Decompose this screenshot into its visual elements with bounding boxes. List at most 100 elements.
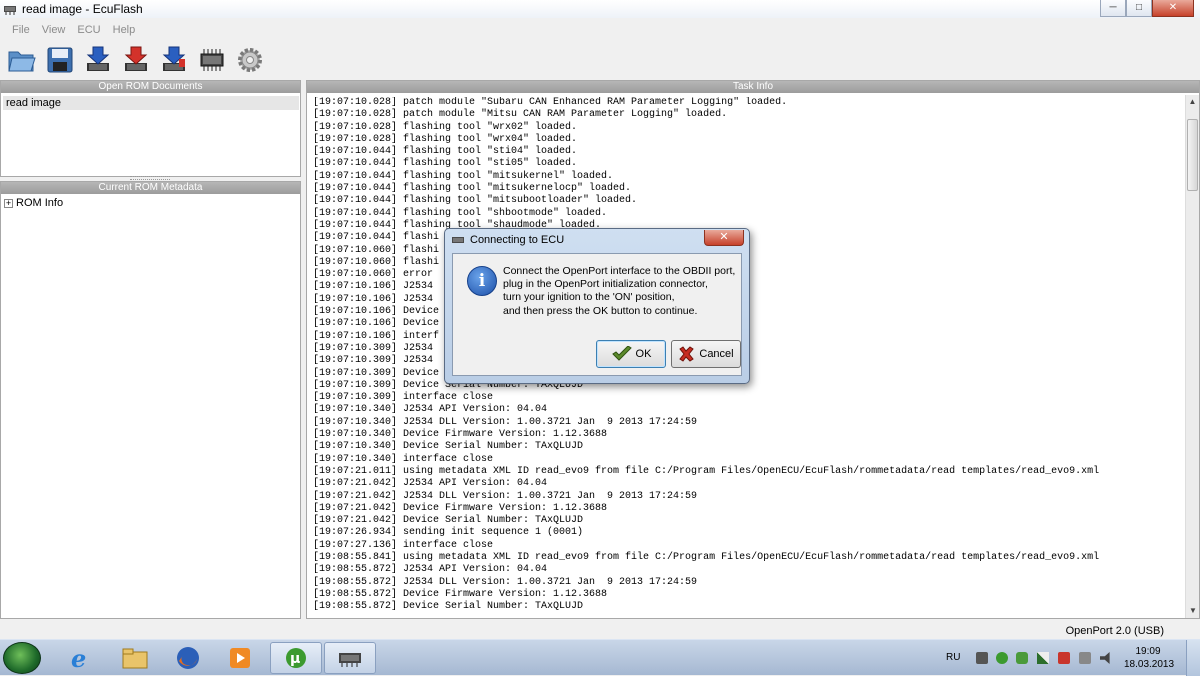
test-write-button[interactable] bbox=[156, 42, 192, 78]
chip-glyph-icon bbox=[339, 653, 361, 667]
media-glyph-icon bbox=[230, 648, 250, 668]
rom-document-item[interactable]: read image bbox=[3, 96, 299, 110]
taskbar: e µ RU 19:09 18.03.2013 bbox=[0, 639, 1200, 676]
message-line: turn your ignition to the 'ON' position, bbox=[503, 291, 675, 304]
show-desktop-button[interactable] bbox=[1186, 640, 1200, 676]
settings-button[interactable] bbox=[232, 42, 268, 78]
maximize-button[interactable]: □ bbox=[1126, 0, 1152, 17]
status-bar: OpenPort 2.0 (USB) bbox=[0, 621, 1200, 639]
log-line: [19:07:10.044] flashing tool "sti04" loa… bbox=[313, 146, 578, 158]
open-folder-icon bbox=[8, 51, 36, 72]
dialog-body: i Connect the OpenPort interface to the … bbox=[452, 253, 742, 376]
security-flag-icon[interactable] bbox=[1058, 652, 1070, 664]
message-line: plug in the OpenPort initialization conn… bbox=[503, 278, 708, 291]
dialog-message: Connect the OpenPort interface to the OB… bbox=[503, 265, 739, 318]
scroll-down-icon[interactable]: ▼ bbox=[1186, 604, 1200, 618]
log-line: [19:08:55.872] J2534 DLL Version: 1.00.3… bbox=[313, 576, 698, 588]
menu-help[interactable]: Help bbox=[113, 24, 136, 36]
task-info-header: Task Info bbox=[307, 81, 1199, 93]
ecuflash-app-icon bbox=[4, 6, 16, 15]
clock[interactable]: 19:09 18.03.2013 bbox=[1124, 645, 1175, 671]
tray-utorrent-icon[interactable] bbox=[996, 652, 1008, 664]
left-splitter[interactable] bbox=[130, 176, 170, 180]
log-line: [19:07:21.042] J2534 API Version: 04.04 bbox=[313, 478, 548, 490]
log-line: [19:07:21.042] J2534 DLL Version: 1.00.3… bbox=[313, 490, 698, 502]
chip-icon bbox=[200, 49, 224, 71]
rom-metadata-header: Current ROM Metadata bbox=[1, 182, 300, 194]
close-button[interactable]: ✕ bbox=[1152, 0, 1194, 17]
expand-icon[interactable]: + bbox=[4, 198, 13, 208]
write-rom-button[interactable] bbox=[118, 42, 154, 78]
clock-time: 19:09 bbox=[1135, 646, 1161, 657]
ecu-chip-button[interactable] bbox=[194, 42, 230, 78]
volume-icon[interactable] bbox=[1100, 652, 1110, 664]
log-line: [19:07:10.044] flashing tool "shbootmode… bbox=[313, 207, 608, 219]
log-line: [19:07:10.340] J2534 DLL Version: 1.00.3… bbox=[313, 416, 698, 428]
ok-check-icon bbox=[611, 346, 632, 361]
log-line: [19:07:21.042] Device Serial Number: TAx… bbox=[313, 515, 584, 527]
log-line: [19:07:10.028] flashing tool "wrx02" loa… bbox=[313, 121, 578, 133]
log-line: [19:08:55.872] Device Firmware Version: … bbox=[313, 588, 608, 600]
log-line: [19:07:10.044] flashing tool "mitsukerne… bbox=[313, 183, 632, 195]
log-line: [19:07:10.028] patch module "Subaru CAN … bbox=[313, 97, 788, 108]
monitor-icon[interactable] bbox=[1079, 652, 1091, 664]
log-line: [19:07:10.340] Device Serial Number: TAx… bbox=[313, 441, 584, 453]
settings-gear-icon bbox=[238, 48, 262, 72]
menu-file[interactable]: File bbox=[12, 24, 30, 36]
svg-text:e: e bbox=[71, 645, 86, 671]
ok-label: OK bbox=[635, 348, 652, 360]
menu-ecu[interactable]: ECU bbox=[77, 24, 100, 36]
network-icon[interactable] bbox=[1037, 652, 1049, 664]
read-rom-button[interactable] bbox=[80, 42, 116, 78]
log-line: [19:07:21.042] Device Firmware Version: … bbox=[313, 502, 608, 514]
clock-date: 18.03.2013 bbox=[1124, 659, 1175, 670]
tree-item-label: ROM Info bbox=[16, 197, 64, 209]
log-line: [19:07:10.309] interface close bbox=[313, 392, 494, 404]
start-orb-icon[interactable] bbox=[3, 642, 41, 674]
info-icon: i bbox=[467, 266, 497, 296]
save-button[interactable] bbox=[42, 42, 78, 78]
menu-view[interactable]: View bbox=[42, 24, 66, 36]
log-line: [19:08:55.841] using metadata XML ID rea… bbox=[313, 551, 1100, 563]
log-line: [19:08:55.872] Device Serial Number: TAx… bbox=[313, 601, 584, 613]
menu-bar: File View ECU Help bbox=[0, 20, 1200, 40]
ok-button[interactable]: OK bbox=[596, 340, 666, 368]
log-line: [19:08:55.872] J2534 API Version: 04.04 bbox=[313, 564, 548, 576]
connecting-dialog: Connecting to ECU ✕ i Connect the OpenPo… bbox=[444, 228, 750, 384]
explorer-folder-icon[interactable] bbox=[109, 642, 161, 674]
cancel-button[interactable]: Cancel bbox=[671, 340, 741, 368]
ie-glyph-icon: e bbox=[71, 645, 86, 671]
log-line: [19:07:10.340] interface close bbox=[313, 453, 494, 465]
log-scrollbar[interactable]: ▲ ▼ bbox=[1185, 95, 1199, 618]
utorrent-glyph-icon: µ bbox=[286, 648, 306, 668]
log-line: [19:07:21.011] using metadata XML ID rea… bbox=[313, 465, 1100, 477]
tray-app-icon[interactable] bbox=[1016, 652, 1028, 664]
dialog-app-icon bbox=[452, 237, 464, 243]
scroll-thumb[interactable] bbox=[1187, 119, 1198, 191]
tree-item-rom-info[interactable]: + ROM Info bbox=[4, 197, 300, 209]
log-line: [19:07:10.044] flashing tool "sti05" loa… bbox=[313, 158, 578, 170]
media-player-icon[interactable] bbox=[214, 642, 266, 674]
status-text: OpenPort 2.0 (USB) bbox=[1065, 625, 1164, 637]
test-write-icon bbox=[162, 46, 186, 71]
log-line: [19:07:10.028] flashing tool "wrx04" loa… bbox=[313, 133, 578, 145]
ecuflash-icon[interactable] bbox=[324, 642, 376, 674]
message-line: and then press the OK button to continue… bbox=[503, 304, 698, 317]
task-info-panel: Task Info [19:07:10.028] patch module "S… bbox=[306, 80, 1200, 619]
battery-icon[interactable] bbox=[976, 652, 988, 664]
utorrent-icon[interactable]: µ bbox=[270, 642, 322, 674]
firefox-icon[interactable] bbox=[162, 642, 214, 674]
language-indicator[interactable]: RU bbox=[946, 652, 960, 663]
toolbar bbox=[0, 41, 1200, 79]
log-line: [19:07:10.028] patch module "Mitsu CAN R… bbox=[313, 109, 728, 121]
scroll-up-icon[interactable]: ▲ bbox=[1186, 95, 1199, 109]
open-button[interactable] bbox=[4, 42, 40, 78]
cancel-label: Cancel bbox=[699, 348, 734, 360]
dialog-title-bar: Connecting to ECU bbox=[451, 234, 564, 246]
save-icon bbox=[47, 47, 73, 73]
log-line: [19:07:10.340] J2534 API Version: 04.04 bbox=[313, 404, 548, 416]
minimize-button[interactable]: ─ bbox=[1100, 0, 1126, 17]
dialog-close-button[interactable]: ✕ bbox=[704, 230, 744, 246]
internet-explorer-icon[interactable]: e bbox=[54, 642, 106, 674]
log-line: [19:07:10.044] flashing tool "mitsukerne… bbox=[313, 170, 614, 182]
